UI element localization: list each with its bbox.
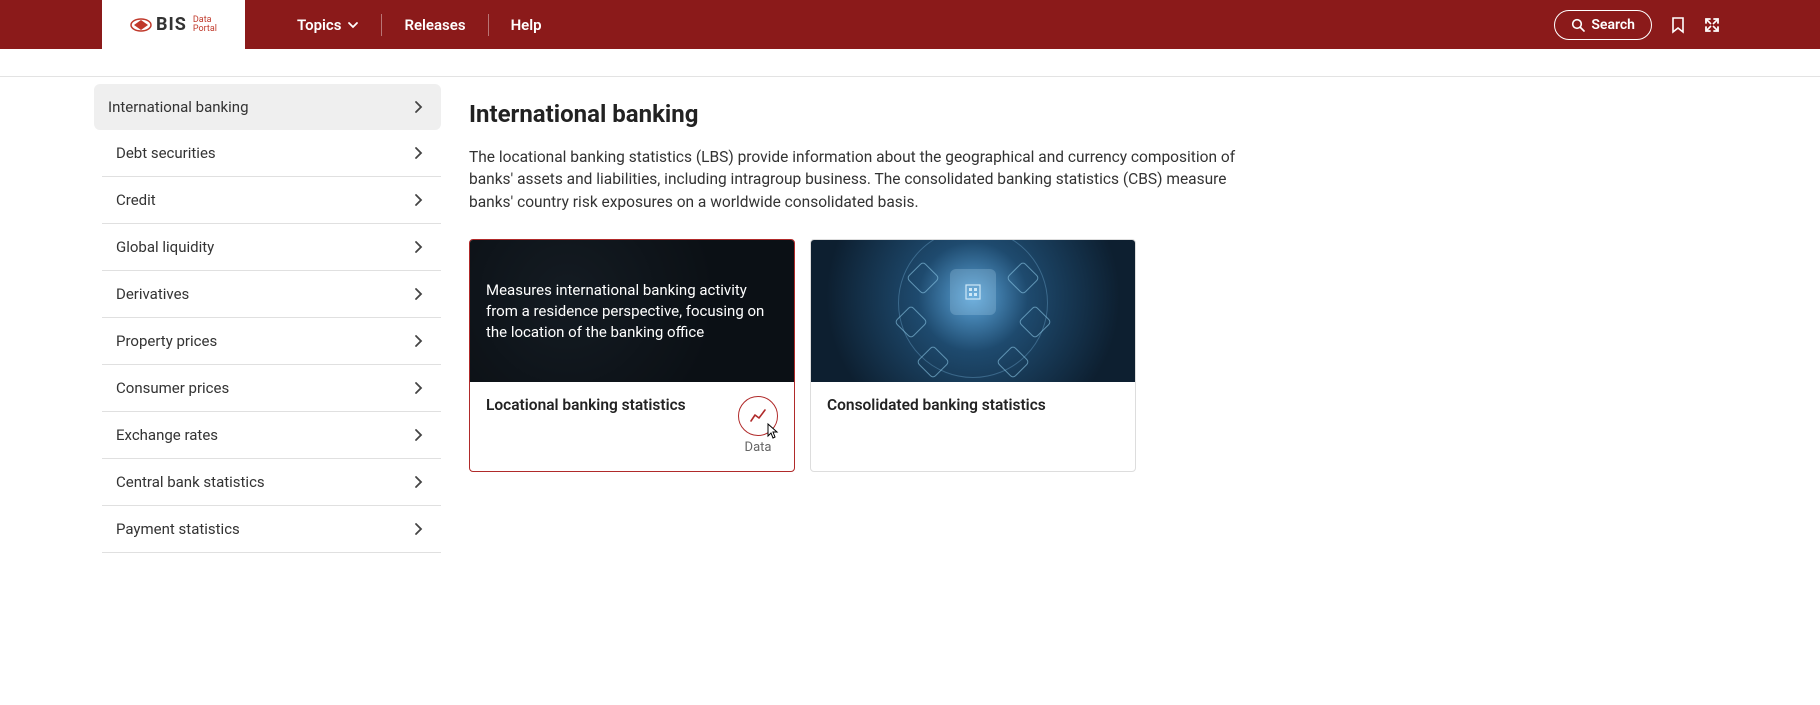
nav-help-label: Help (511, 16, 542, 34)
primary-nav: Topics Releases Help (275, 14, 564, 36)
header-divider (0, 76, 1820, 77)
sidebar-item-property-prices[interactable]: Property prices (102, 318, 441, 365)
sidebar-item-label: International banking (108, 98, 249, 116)
nav-topics-label: Topics (297, 16, 341, 34)
card-overlay-text: Measures international banking activity … (470, 240, 794, 382)
bookmark-icon (1670, 16, 1686, 34)
nav-releases[interactable]: Releases (382, 16, 487, 34)
brand-logo[interactable]: BIS Data Portal (102, 0, 245, 49)
sidebar-item-label: Derivatives (116, 285, 189, 303)
chevron-right-icon (413, 287, 423, 301)
sidebar-item-international-banking[interactable]: International banking (94, 84, 441, 130)
sidebar-item-credit[interactable]: Credit (102, 177, 441, 224)
main-content: International banking The locational ban… (441, 84, 1461, 553)
chevron-right-icon (413, 381, 423, 395)
card-image: Measures international banking activity … (470, 240, 794, 382)
search-icon (1571, 18, 1585, 32)
card-data-button[interactable]: Data (738, 396, 778, 455)
chevron-right-icon (413, 334, 423, 348)
sidebar-item-payment-statistics[interactable]: Payment statistics (102, 506, 441, 553)
card-image (811, 240, 1135, 382)
chevron-right-icon (413, 146, 423, 160)
card-title: Locational banking statistics (486, 396, 686, 414)
top-navigation-bar: BIS Data Portal Topics Releases Help Sea… (0, 0, 1820, 49)
chevron-right-icon (413, 193, 423, 207)
brand-subtitle: Data Portal (193, 16, 217, 34)
top-right-actions: Search (1554, 10, 1720, 40)
line-chart-icon (738, 396, 778, 436)
chevron-right-icon (413, 100, 423, 114)
card-consolidated-banking[interactable]: Consolidated banking statistics (810, 239, 1136, 472)
search-label: Search (1591, 17, 1635, 33)
topics-sidebar: International banking Debt securities Cr… (94, 84, 441, 553)
expand-icon (1704, 17, 1720, 33)
chevron-right-icon (413, 240, 423, 254)
cards-row: Measures international banking activity … (469, 239, 1421, 472)
sidebar-item-label: Property prices (116, 332, 217, 350)
sidebar-item-label: Central bank statistics (116, 473, 265, 491)
chevron-right-icon (413, 428, 423, 442)
card-title: Consolidated banking statistics (827, 396, 1046, 414)
sidebar-item-label: Consumer prices (116, 379, 229, 397)
data-label: Data (745, 440, 772, 455)
nav-releases-label: Releases (404, 16, 465, 34)
sidebar-item-exchange-rates[interactable]: Exchange rates (102, 412, 441, 459)
page-title: International banking (469, 100, 1421, 128)
sidebar-item-debt-securities[interactable]: Debt securities (102, 130, 441, 177)
sidebar-item-label: Debt securities (116, 144, 216, 162)
nav-help[interactable]: Help (489, 16, 564, 34)
search-button[interactable]: Search (1554, 10, 1652, 40)
sidebar-item-label: Credit (116, 191, 156, 209)
sidebar-item-derivatives[interactable]: Derivatives (102, 271, 441, 318)
logo-mark-icon (130, 18, 152, 32)
card-locational-banking[interactable]: Measures international banking activity … (469, 239, 795, 472)
bookmark-button[interactable] (1670, 16, 1686, 34)
sidebar-item-central-bank-statistics[interactable]: Central bank statistics (102, 459, 441, 506)
sidebar-item-label: Global liquidity (116, 238, 214, 256)
chevron-right-icon (413, 522, 423, 536)
page-description: The locational banking statistics (LBS) … (469, 146, 1269, 213)
chevron-down-icon (347, 19, 359, 31)
sidebar-item-label: Payment statistics (116, 520, 240, 538)
chevron-right-icon (413, 475, 423, 489)
sidebar-item-global-liquidity[interactable]: Global liquidity (102, 224, 441, 271)
sidebar-item-label: Exchange rates (116, 426, 218, 444)
sidebar-item-consumer-prices[interactable]: Consumer prices (102, 365, 441, 412)
brand-name: BIS (156, 14, 187, 35)
nav-topics[interactable]: Topics (275, 16, 381, 34)
fullscreen-button[interactable] (1704, 17, 1720, 33)
